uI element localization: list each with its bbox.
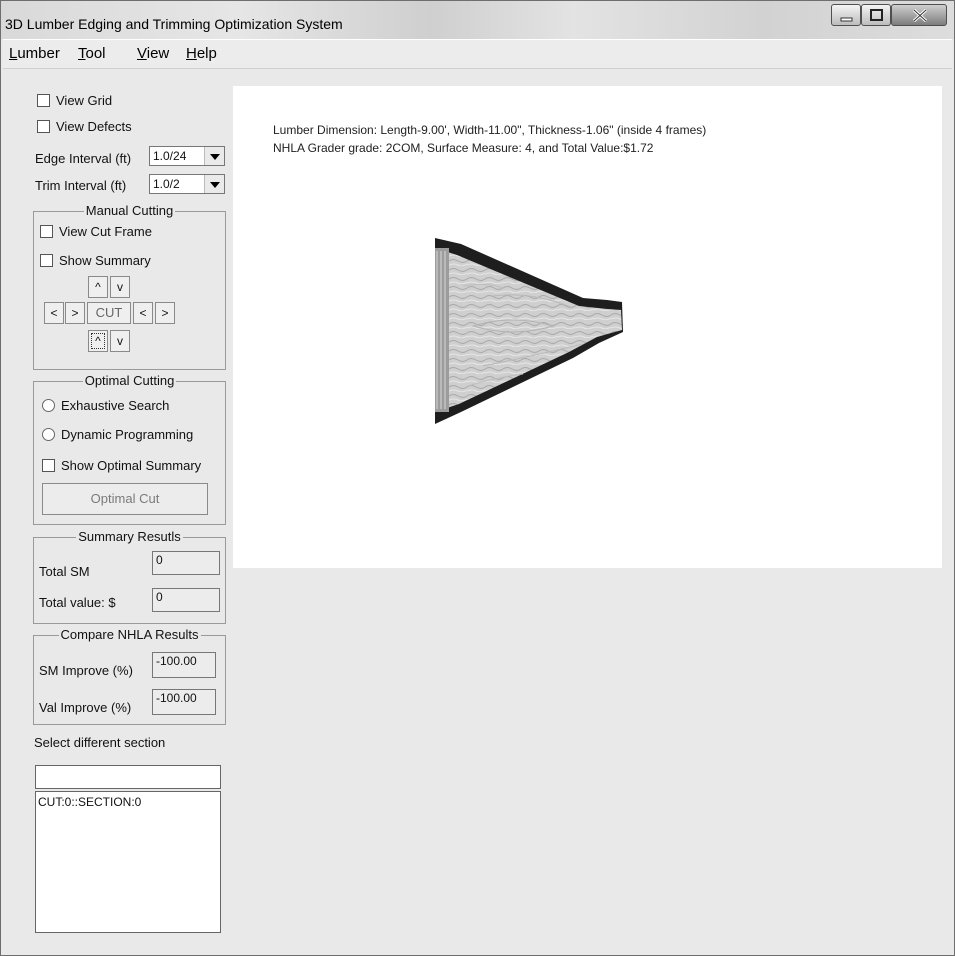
- select-section-label: Select different section: [34, 735, 166, 750]
- menu-lumber[interactable]: Lumber: [9, 45, 60, 62]
- menu-view[interactable]: View: [137, 45, 169, 62]
- manual-cutting-title-text: Manual Cutting: [83, 203, 176, 218]
- edge-interval-select[interactable]: 1.0/24: [149, 146, 225, 166]
- menu-help[interactable]: Help: [186, 45, 217, 62]
- view-cut-frame-label: View Cut Frame: [59, 224, 152, 239]
- section-input[interactable]: [35, 765, 221, 789]
- total-sm-label: Total SM: [39, 564, 90, 579]
- menu-lumber-label: umber: [17, 45, 60, 62]
- view-grid-checkbox[interactable]: View Grid: [37, 93, 112, 108]
- move-right-left-button[interactable]: >: [65, 302, 85, 324]
- lumber-3d-render: [435, 238, 623, 424]
- exhaustive-search-radio[interactable]: Exhaustive Search: [42, 398, 169, 413]
- move-up-bottom-button[interactable]: ^: [88, 330, 108, 352]
- minimize-icon: [840, 17, 853, 22]
- view-defects-label: View Defects: [56, 119, 132, 134]
- optimal-cutting-title-text: Optimal Cutting: [82, 373, 177, 388]
- app-window: 3D Lumber Edging and Trimming Optimizati…: [0, 0, 955, 956]
- dynamic-programming-circle[interactable]: [42, 428, 55, 441]
- control-panel: View Grid View Defects Edge Interval (ft…: [3, 71, 227, 951]
- dynamic-programming-label: Dynamic Programming: [61, 427, 194, 442]
- menu-help-accel: H: [186, 45, 197, 62]
- menu-tool-accel: T: [78, 45, 86, 62]
- optimal-cutting-title: Optimal Cutting: [34, 373, 225, 389]
- compare-nhla-group: Compare NHLA Results SM Improve (%) -100…: [33, 627, 226, 725]
- trim-interval-label: Trim Interval (ft): [35, 178, 127, 193]
- chevron-down-icon[interactable]: [204, 147, 224, 165]
- section-list[interactable]: CUT:0::SECTION:0: [35, 791, 221, 933]
- summary-results-group: Summary Resutls Total SM 0 Total value: …: [33, 529, 226, 624]
- menu-view-label: iew: [146, 45, 170, 62]
- lumber-face: [435, 248, 622, 412]
- show-optimal-summary-label: Show Optimal Summary: [61, 458, 202, 473]
- show-summary-box[interactable]: [40, 254, 53, 267]
- menu-tool[interactable]: Tool: [78, 45, 106, 62]
- minimize-button[interactable]: [831, 4, 861, 26]
- optimal-cut-button[interactable]: Optimal Cut: [42, 483, 208, 515]
- total-sm-field[interactable]: 0: [152, 551, 220, 575]
- dynamic-programming-radio[interactable]: Dynamic Programming: [42, 427, 193, 442]
- move-left-right-button[interactable]: <: [133, 302, 153, 324]
- view-cut-frame-checkbox[interactable]: View Cut Frame: [40, 224, 152, 239]
- edge-interval-label: Edge Interval (ft): [35, 151, 132, 166]
- compare-nhla-title: Compare NHLA Results: [34, 627, 225, 643]
- maximize-icon: [870, 9, 883, 21]
- move-down-bottom-button[interactable]: v: [110, 330, 130, 352]
- menu-tool-label: ool: [85, 45, 106, 62]
- menu-help-label: elp: [196, 45, 217, 62]
- manual-cutting-group: Manual Cutting View Cut Frame Show Summa…: [33, 203, 226, 370]
- view-defects-checkbox[interactable]: View Defects: [37, 119, 132, 134]
- view-cut-frame-box[interactable]: [40, 225, 53, 238]
- view-defects-box[interactable]: [37, 120, 50, 133]
- show-optimal-summary-checkbox[interactable]: Show Optimal Summary: [42, 458, 201, 473]
- cut-button[interactable]: CUT: [87, 302, 131, 324]
- sm-improve-label: SM Improve (%): [39, 663, 133, 678]
- val-improve-label: Val Improve (%): [39, 700, 132, 715]
- close-button[interactable]: [891, 4, 947, 26]
- maximize-button[interactable]: [861, 4, 891, 26]
- menu-bar: Lumber Tool View Help: [3, 39, 952, 69]
- show-summary-label: Show Summary: [59, 253, 151, 268]
- window-title: 3D Lumber Edging and Trimming Optimizati…: [5, 16, 343, 32]
- view-grid-box[interactable]: [37, 94, 50, 107]
- trim-interval-select[interactable]: 1.0/2: [149, 174, 225, 194]
- move-up-left-button[interactable]: ^: [88, 276, 108, 298]
- optimal-cutting-group: Optimal Cutting Exhaustive Search Dynami…: [33, 373, 226, 525]
- move-left-left-button[interactable]: <: [44, 302, 64, 324]
- trim-interval-value: 1.0/2: [153, 177, 180, 191]
- sm-improve-field[interactable]: -100.00: [152, 652, 216, 678]
- total-value-field[interactable]: 0: [152, 588, 220, 612]
- show-summary-checkbox[interactable]: Show Summary: [40, 253, 151, 268]
- menu-view-accel: V: [137, 45, 147, 62]
- close-icon: [912, 8, 928, 23]
- section-list-item[interactable]: CUT:0::SECTION:0: [38, 795, 218, 809]
- show-optimal-summary-box[interactable]: [42, 459, 55, 472]
- summary-results-title-text: Summary Resutls: [76, 529, 183, 544]
- exhaustive-search-circle[interactable]: [42, 399, 55, 412]
- summary-results-title: Summary Resutls: [34, 529, 225, 545]
- compare-nhla-title-text: Compare NHLA Results: [58, 627, 201, 642]
- chevron-down-icon[interactable]: [204, 175, 224, 193]
- view-grid-label: View Grid: [56, 93, 113, 108]
- val-improve-field[interactable]: -100.00: [152, 689, 216, 715]
- total-value-label: Total value: $: [39, 595, 116, 610]
- title-bar[interactable]: 3D Lumber Edging and Trimming Optimizati…: [1, 1, 954, 39]
- manual-cutting-title: Manual Cutting: [34, 203, 225, 219]
- lumber-view-canvas[interactable]: Lumber Dimension: Length-9.00', Width-11…: [233, 86, 942, 568]
- move-down-left-button[interactable]: v: [110, 276, 130, 298]
- exhaustive-search-label: Exhaustive Search: [61, 398, 170, 413]
- edge-interval-value: 1.0/24: [153, 149, 187, 163]
- move-right-right-button[interactable]: >: [155, 302, 175, 324]
